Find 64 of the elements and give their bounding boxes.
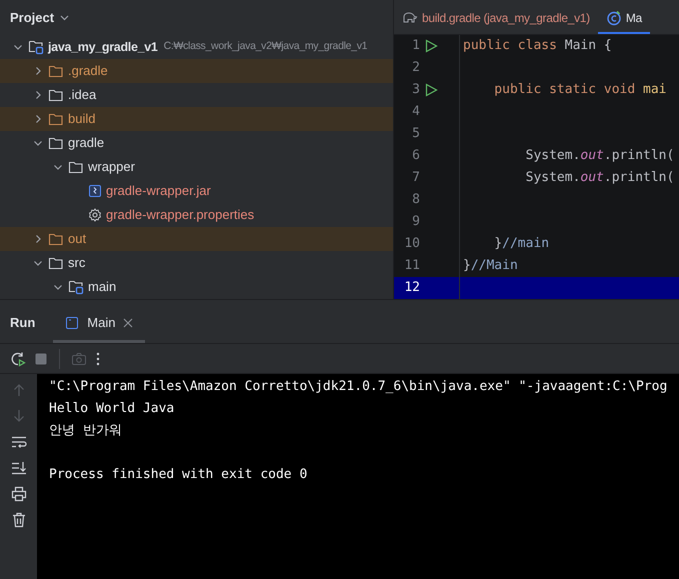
folder-icon: [48, 256, 64, 270]
code-line: public static void mai: [493, 81, 666, 100]
console-icon: [65, 316, 80, 330]
archive-icon: [88, 184, 102, 198]
tree-item[interactable]: .idea: [68, 85, 96, 105]
line-number: 9: [411, 213, 420, 232]
line-number: 1: [411, 37, 420, 56]
console-line: "C:\Program Files\Amazon Corretto\jdk21.0.7_6\bin\java.exe" "-javaagent:C:\Prog: [49, 378, 668, 396]
tree-item[interactable]: java_my_gradle_v1: [48, 38, 158, 56]
soft-wrap-icon[interactable]: [10, 435, 26, 449]
console-line: 안녕 반가워: [49, 422, 122, 440]
tree-item[interactable]: gradle-wrapper.properties: [106, 205, 254, 225]
tree-item[interactable]: src: [68, 253, 86, 273]
code-line: }//main: [493, 235, 550, 254]
line-number: 10: [403, 235, 420, 254]
panel-title: Run: [10, 314, 36, 332]
tree-item[interactable]: .gradle: [68, 61, 108, 81]
tree-item[interactable]: out: [68, 229, 86, 249]
run-tab[interactable]: Main: [53, 303, 146, 343]
line-number: 8: [411, 191, 420, 210]
line-number: 2: [411, 59, 420, 78]
tree-item[interactable]: wrapper: [88, 157, 135, 177]
panel-title[interactable]: Project: [10, 8, 54, 28]
console-line: Process finished with exit code 0: [49, 466, 308, 484]
code-line: public class Main {: [462, 37, 612, 56]
code-line: System.out.println(: [524, 147, 674, 166]
editor-tab[interactable]: build.gradle (java_my_gradle_v1): [394, 0, 598, 34]
folder-icon: [68, 160, 84, 174]
line-number: 4: [411, 103, 420, 122]
line-number: 11: [403, 257, 420, 276]
rerun-icon[interactable]: [10, 350, 26, 366]
line-number: 12: [403, 279, 420, 298]
code-line: System.out.println(: [524, 169, 674, 188]
editor-tab[interactable]: Ma: [598, 0, 650, 34]
folder-icon: [48, 88, 64, 102]
folder-icon: [48, 64, 64, 78]
folder-icon: [48, 112, 64, 126]
tree-item[interactable]: gradle: [68, 133, 104, 153]
more-icon[interactable]: [95, 352, 101, 366]
class-icon: [606, 10, 622, 26]
stop-icon[interactable]: [34, 352, 48, 366]
trash-icon[interactable]: [12, 512, 26, 528]
module-folder-icon: [68, 279, 84, 295]
scroll-to-end-icon[interactable]: [10, 461, 26, 475]
path-text: C:₩class_work_java_v2₩java_my_gradle_v1: [164, 39, 368, 54]
close-icon[interactable]: [123, 318, 134, 328]
printer-icon[interactable]: [10, 486, 26, 502]
line-number: 3: [411, 81, 420, 100]
run-icon[interactable]: [424, 83, 438, 97]
gear-icon: [88, 208, 102, 222]
line-number: 6: [411, 147, 420, 166]
folder-icon: [48, 232, 64, 246]
tree-item[interactable]: main: [88, 277, 116, 297]
tree-item[interactable]: build: [68, 109, 96, 129]
tree-item[interactable]: gradle-wrapper.jar: [106, 181, 211, 201]
line-number: 7: [411, 169, 420, 188]
chevron-down-icon[interactable]: [60, 14, 70, 20]
console-line: Hello World Java: [49, 400, 174, 418]
run-icon[interactable]: [424, 39, 438, 53]
line-number: 5: [411, 125, 420, 144]
elephant-icon: [402, 10, 418, 24]
folder-icon: [48, 136, 64, 150]
module-folder-icon: [28, 39, 44, 55]
code-line: }//Main: [462, 257, 518, 276]
